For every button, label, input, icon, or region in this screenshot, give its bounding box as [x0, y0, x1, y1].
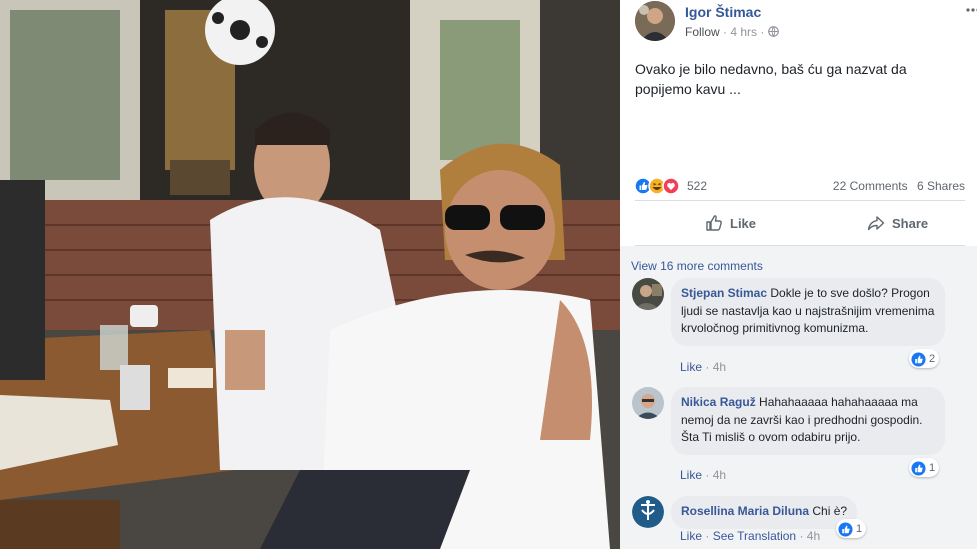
- commenter-name[interactable]: Nikica Raguž: [681, 395, 756, 409]
- more-options-icon[interactable]: [965, 2, 977, 19]
- comment-like-link[interactable]: Like: [680, 529, 702, 543]
- shares-count[interactable]: 6 Shares: [917, 179, 965, 193]
- like-button[interactable]: Like: [705, 201, 756, 245]
- commenter-name[interactable]: Stjepan Stimac: [681, 286, 767, 300]
- like-label: Like: [730, 215, 757, 231]
- comments-section: View 16 more comments Stjepan Stimac Dok…: [620, 246, 977, 549]
- post-photo[interactable]: [0, 0, 620, 549]
- comment-time[interactable]: 4h: [807, 529, 820, 543]
- share-button[interactable]: Share: [867, 201, 928, 245]
- comment-reaction-count: 1: [856, 523, 863, 535]
- commenter-avatar[interactable]: [632, 278, 664, 310]
- comment-dot: ·: [705, 360, 710, 374]
- author-avatar[interactable]: [635, 1, 675, 41]
- comment-reactions[interactable]: 2: [909, 349, 940, 368]
- reaction-count[interactable]: 522: [687, 179, 707, 193]
- reaction-icons[interactable]: [634, 177, 685, 195]
- post-text: Ovako je bilo nedavno, baš ću ga nazvat …: [635, 61, 907, 97]
- comment-like-link[interactable]: Like: [680, 360, 702, 374]
- comment-bubble: Nikica Raguž Hahahaaaaa hahahaaaaa ma ne…: [671, 387, 945, 455]
- comment-footer: Like · See Translation · 4h: [680, 529, 820, 543]
- post-header: Igor Štimac Follow · 4 hrs ·: [635, 0, 977, 50]
- follow-link[interactable]: Follow: [685, 25, 720, 39]
- share-label: Share: [892, 215, 929, 231]
- comment-like-link[interactable]: Like: [680, 468, 702, 482]
- comment-reactions[interactable]: 1: [909, 458, 940, 477]
- comment-dot: ·: [705, 529, 710, 543]
- love-reaction-icon: [662, 177, 680, 195]
- see-translation-link[interactable]: See Translation: [713, 529, 796, 543]
- comment-dot: ·: [705, 468, 710, 482]
- share-icon: [867, 216, 885, 231]
- meta-separator: ·: [760, 25, 765, 39]
- comment-reaction-count: 2: [929, 353, 936, 365]
- post-side-panel: Igor Štimac Follow · 4 hrs · Ovako je bi…: [620, 0, 977, 549]
- reactions-bar: 522 22 Comments 6 Shares: [634, 175, 965, 197]
- post-meta: Follow · 4 hrs ·: [685, 25, 779, 39]
- globe-icon: [767, 26, 779, 37]
- post-actions: Like Share: [635, 200, 965, 246]
- comment-reaction-count: 1: [929, 462, 936, 474]
- like-reaction-icon: [838, 521, 853, 537]
- author-name[interactable]: Igor Štimac: [685, 4, 761, 20]
- meta-separator: ·: [723, 25, 728, 39]
- view-more-comments-link[interactable]: View 16 more comments: [631, 259, 763, 273]
- comment-footer: Like · 4h: [680, 360, 726, 374]
- comment-bubble: Stjepan Stimac Dokle je to sve došlo? Pr…: [671, 278, 945, 346]
- comment-dot: ·: [799, 529, 804, 543]
- comment-reactions[interactable]: 1: [836, 519, 867, 538]
- commenter-name[interactable]: Rosellina Maria Diluna: [681, 504, 809, 518]
- comment-time[interactable]: 4h: [713, 360, 726, 374]
- like-outline-icon: [706, 215, 722, 231]
- photo-image: [0, 0, 620, 549]
- commenter-avatar[interactable]: [632, 387, 664, 419]
- comment-footer: Like · 4h: [680, 468, 726, 482]
- post-time[interactable]: 4 hrs: [730, 25, 757, 39]
- comment-text: Chi è?: [812, 504, 848, 518]
- commenter-avatar[interactable]: [632, 496, 664, 528]
- like-reaction-icon: [911, 351, 926, 367]
- comment-bubble: Rosellina Maria Diluna Chi è?: [671, 496, 858, 529]
- post-counts: 22 Comments 6 Shares: [833, 179, 965, 193]
- like-reaction-icon: [911, 460, 926, 476]
- comment-time[interactable]: 4h: [713, 468, 726, 482]
- comments-count[interactable]: 22 Comments: [833, 179, 908, 193]
